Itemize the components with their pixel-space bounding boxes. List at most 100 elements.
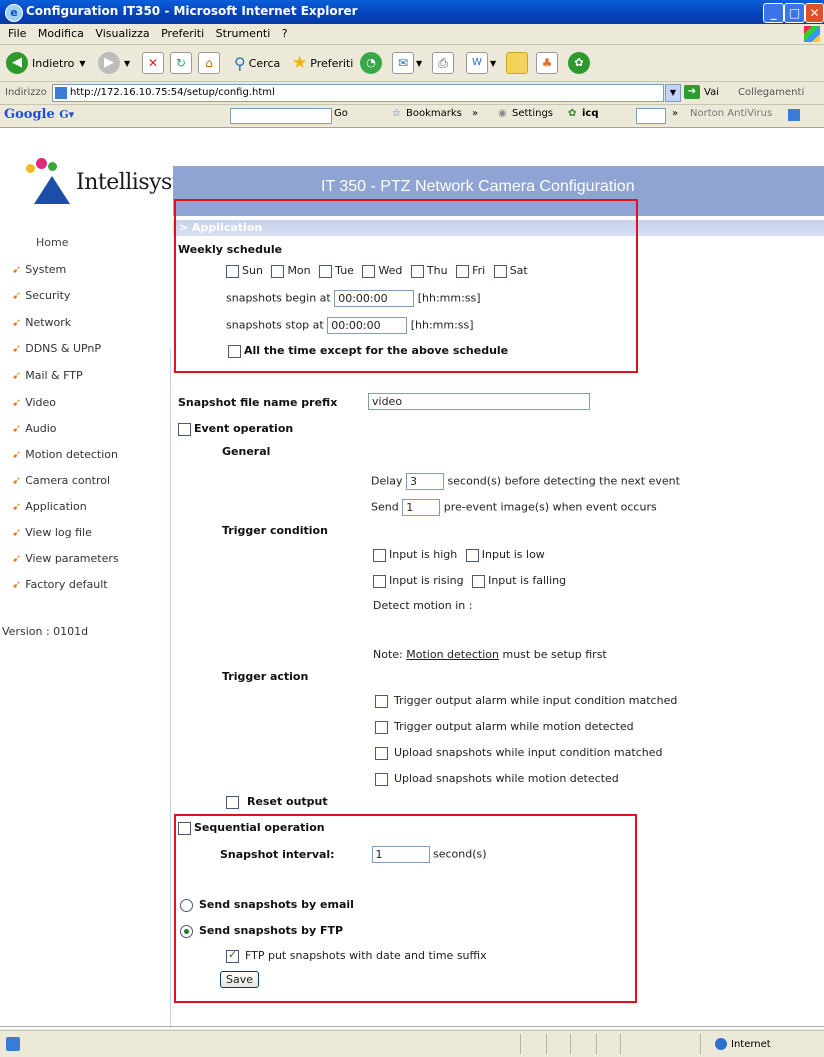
sidebar-item-view-parameters[interactable]: ➹ View parameters (12, 552, 119, 565)
trigger-action-title: Trigger action (222, 670, 309, 683)
more-icon[interactable]: » (472, 108, 478, 119)
sidebar-item-label: Camera control (25, 474, 111, 487)
sidebar-item-camera-control[interactable]: ➹ Camera control (12, 474, 110, 487)
checkbox-input-rising[interactable] (373, 574, 386, 588)
sidebar-item-ddns-upnp[interactable]: ➹ DDNS & UPnP (12, 342, 101, 355)
maximize-button[interactable]: □ (784, 3, 805, 23)
sidebar-item-audio[interactable]: ➹ Audio (12, 422, 56, 435)
sidebar-item-view-log-file[interactable]: ➹ View log file (12, 526, 92, 539)
refresh-button[interactable]: ↻ (170, 51, 192, 75)
sidebar-item-system[interactable]: ➹ System (12, 263, 66, 276)
search-button[interactable]: ⚲ Cerca (234, 51, 280, 75)
mail-button[interactable]: ✉ ▼ (392, 51, 422, 75)
bookmarks-button[interactable]: Bookmarks (406, 108, 462, 119)
motion-detection-link[interactable]: Motion detection (406, 648, 499, 661)
address-input[interactable]: http://172.16.10.75:54/setup/config.html (52, 84, 664, 102)
checkbox-alarm-motion[interactable] (375, 720, 388, 734)
checkbox-upload-motion[interactable] (375, 772, 388, 786)
logo-dot-icon (36, 158, 47, 169)
sidebar-item-label: View log file (25, 526, 92, 539)
sidebar-item-motion-detection[interactable]: ➹ Motion detection (12, 448, 118, 461)
web-page: Intellisystem IT 350 - PTZ Network Camer… (0, 128, 824, 1029)
ie-icon: e (5, 4, 23, 22)
stop-button[interactable]: ✕ (142, 51, 164, 75)
folder-button[interactable] (506, 51, 528, 75)
menu-preferiti[interactable]: Preferiti (161, 24, 204, 44)
minimize-button[interactable]: _ (763, 3, 784, 23)
sidebar-item-home[interactable]: Home (36, 236, 68, 249)
reset-output-row: Reset output (226, 795, 328, 809)
menu-help[interactable]: ? (282, 24, 288, 44)
sidebar-item-label: View parameters (25, 552, 119, 565)
google-go-button[interactable]: Go (334, 108, 348, 119)
logo-mountain-icon (34, 176, 70, 204)
messenger-button[interactable]: ♣ (536, 51, 558, 75)
menu-visualizza[interactable]: Visualizza (95, 24, 149, 44)
home-button[interactable]: ⌂ (198, 51, 220, 75)
menu-modifica[interactable]: Modifica (38, 24, 84, 44)
settings-icon: ◉ (498, 108, 507, 119)
back-button[interactable]: ◀ Indietro ▼ (6, 51, 86, 75)
go-button[interactable]: ➔ Vai (684, 85, 719, 99)
address-dropdown-button[interactable]: ▼ (665, 84, 681, 102)
norton-button[interactable]: Norton AntiVirus (690, 108, 772, 119)
print-button[interactable]: ⎙ (432, 51, 454, 75)
event-operation-label: Event operation (194, 422, 294, 435)
address-label: Indirizzo (5, 87, 47, 98)
favorites-label: Preferiti (310, 56, 354, 70)
highlight-box-sequential (174, 814, 637, 1003)
icq-input[interactable] (636, 108, 666, 124)
sidebar-item-label: System (25, 263, 67, 276)
prefix-input[interactable]: video (368, 393, 590, 410)
forward-button[interactable]: ▶ ▼ (98, 51, 130, 75)
send-input[interactable]: 1 (402, 499, 441, 516)
sidebar-item-mail-ftp[interactable]: ➹ Mail & FTP (12, 369, 83, 382)
favorites-button[interactable]: ★ Preferiti (292, 51, 353, 75)
edit-button[interactable]: W ▼ (466, 51, 496, 75)
research-button[interactable]: ✿ (568, 51, 590, 75)
back-arrow-icon: ◀ (6, 52, 28, 74)
reset-output-label: Reset output (247, 795, 328, 808)
links-button[interactable]: Collegamenti (738, 87, 804, 98)
checkbox-input-falling[interactable] (472, 574, 486, 588)
icq-button[interactable]: icq (582, 108, 599, 119)
checkbox-alarm-input[interactable] (375, 694, 388, 708)
checkbox-upload-input[interactable] (375, 746, 388, 760)
menu-strumenti[interactable]: Strumenti (216, 24, 271, 44)
send-label: Send (371, 500, 399, 514)
note-label: Note: (373, 648, 403, 661)
home-icon: ⌂ (198, 52, 220, 74)
google-logo[interactable]: Google G▾ (4, 107, 74, 122)
windows-flag-icon (804, 26, 820, 42)
nav-arrow-icon: ➹ (12, 474, 22, 487)
search-label: Cerca (248, 56, 281, 70)
history-icon: ◔ (360, 52, 382, 74)
checkbox-input-low[interactable] (465, 548, 479, 562)
menu-bar: File Modifica Visualizza Preferiti Strum… (0, 24, 824, 45)
page-title: IT 350 - PTZ Network Camera Configuratio… (321, 178, 635, 195)
google-search-input[interactable] (230, 108, 332, 124)
checkbox-event-operation[interactable] (178, 422, 191, 436)
nav-arrow-icon: ➹ (12, 526, 22, 539)
checkbox-input-high[interactable] (373, 548, 386, 562)
sidebar-item-video[interactable]: ➹ Video (12, 396, 56, 409)
chevron-down-icon: ▼ (490, 58, 497, 68)
checkbox-reset-output[interactable] (226, 795, 239, 809)
menu-file[interactable]: File (8, 24, 26, 44)
more-icon[interactable]: » (672, 108, 678, 119)
general-title: General (222, 445, 271, 458)
sidebar-item-security[interactable]: ➹ Security (12, 289, 70, 302)
settings-button[interactable]: Settings (512, 108, 553, 119)
nav-arrow-icon: ➹ (12, 578, 22, 591)
send-suffix: pre-event image(s) when event occurs (443, 500, 657, 514)
sidebar-item-application[interactable]: ➹ Application (12, 500, 87, 513)
sidebar-item-network[interactable]: ➹ Network (12, 316, 71, 329)
close-button[interactable]: ✕ (805, 3, 824, 23)
action-label: Trigger output alarm while motion detect… (394, 720, 634, 733)
toolbar: ◀ Indietro ▼ ▶ ▼ ✕ ↻ ⌂ ⚲ Cerca ★ Preferi… (0, 45, 824, 82)
history-button[interactable]: ◔ (360, 51, 382, 75)
sidebar-item-factory-default[interactable]: ➹ Factory default (12, 578, 108, 591)
delay-row: Delay 3 second(s) before detecting the n… (371, 473, 680, 490)
delay-input[interactable]: 3 (406, 473, 445, 490)
action-row: Upload snapshots while motion detected (375, 772, 619, 786)
